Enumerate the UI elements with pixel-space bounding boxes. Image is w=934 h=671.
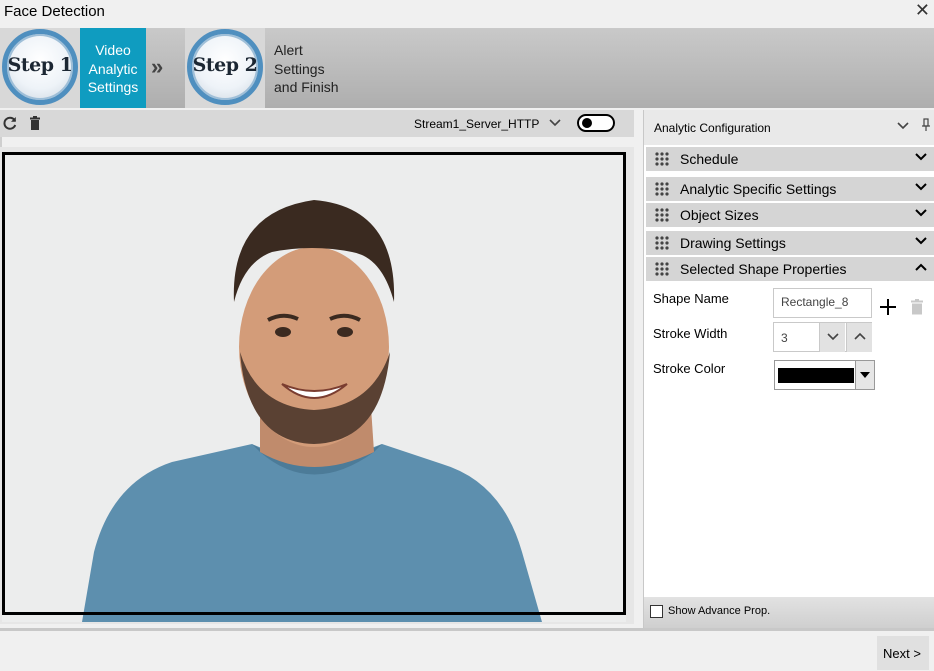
- color-dropdown-button[interactable]: [855, 361, 874, 389]
- stroke-width-label: Stroke Width: [653, 326, 728, 341]
- chevron-up-icon: [915, 263, 927, 271]
- stroke-width-increment[interactable]: [846, 323, 872, 352]
- drawn-rectangle-shape[interactable]: [2, 152, 626, 615]
- trash-icon[interactable]: [27, 115, 43, 131]
- section-object-sizes[interactable]: Object Sizes: [646, 203, 934, 227]
- grip-icon: [655, 152, 669, 166]
- stream-select[interactable]: Stream1_Server_HTTP: [408, 112, 568, 135]
- chevron-down-icon: [915, 237, 927, 245]
- show-advance-checkbox[interactable]: [650, 605, 663, 618]
- step1-label[interactable]: Video Analytic Settings: [80, 28, 146, 108]
- stroke-width-decrement[interactable]: [819, 323, 845, 352]
- step2-label[interactable]: Alert Settings and Finish: [266, 28, 356, 108]
- chevron-down-icon[interactable]: [896, 118, 910, 132]
- section-schedule[interactable]: Schedule: [646, 147, 934, 171]
- grip-icon: [655, 182, 669, 196]
- bottom-divider: [0, 628, 934, 631]
- panel-title: Analytic Configuration: [654, 121, 771, 135]
- panel-footer: Show Advance Prop.: [644, 597, 934, 628]
- caret-down-icon: [860, 372, 870, 378]
- grip-icon: [655, 208, 669, 222]
- title-bar: Face Detection ✕: [0, 0, 934, 26]
- next-button[interactable]: Next >: [877, 636, 929, 670]
- video-viewer[interactable]: [0, 147, 634, 624]
- stream-toggle[interactable]: [577, 114, 615, 132]
- section-drawing-settings[interactable]: Drawing Settings: [646, 231, 934, 255]
- grip-icon: [655, 262, 669, 276]
- step2-badge[interactable]: Step 2: [185, 28, 265, 108]
- close-icon[interactable]: ✕: [915, 0, 930, 21]
- chevron-up-icon: [854, 332, 866, 340]
- panel-header: Analytic Configuration: [644, 110, 934, 145]
- shape-name-label: Shape Name: [653, 291, 729, 306]
- stream-select-value: Stream1_Server_HTTP: [414, 117, 540, 131]
- trash-icon[interactable]: [910, 299, 924, 315]
- shape-name-input[interactable]: Rectangle_8: [773, 288, 872, 318]
- chevron-down-icon: [915, 183, 927, 191]
- plus-icon[interactable]: [879, 298, 897, 316]
- show-advance-label: Show Advance Prop.: [668, 605, 771, 617]
- stroke-color-label: Stroke Color: [653, 361, 726, 376]
- window-title: Face Detection: [4, 3, 105, 20]
- chevron-down-icon: [827, 333, 839, 341]
- viewer-toolbar: Stream1_Server_HTTP: [0, 110, 634, 137]
- refresh-icon[interactable]: [2, 115, 18, 131]
- wizard-steps-bar: Step 1 Video Analytic Settings » Step 2 …: [0, 28, 934, 108]
- chevron-down-icon: [549, 119, 561, 127]
- section-analytic-specific-settings[interactable]: Analytic Specific Settings: [646, 177, 934, 201]
- stroke-color-picker[interactable]: [774, 360, 875, 390]
- double-chevron-icon: »: [151, 54, 164, 79]
- analytic-configuration-panel: Analytic Configuration Schedule Analytic…: [643, 110, 934, 628]
- stroke-color-swatch: [778, 368, 854, 383]
- pin-icon[interactable]: [921, 118, 931, 132]
- grip-icon: [655, 236, 669, 250]
- step1-badge[interactable]: Step 1: [0, 28, 80, 108]
- chevron-down-icon: [915, 153, 927, 161]
- stroke-width-stepper[interactable]: 3: [773, 322, 872, 352]
- chevron-down-icon: [915, 209, 927, 217]
- stroke-width-value: 3: [781, 331, 788, 345]
- section-selected-shape-properties[interactable]: Selected Shape Properties: [646, 257, 934, 281]
